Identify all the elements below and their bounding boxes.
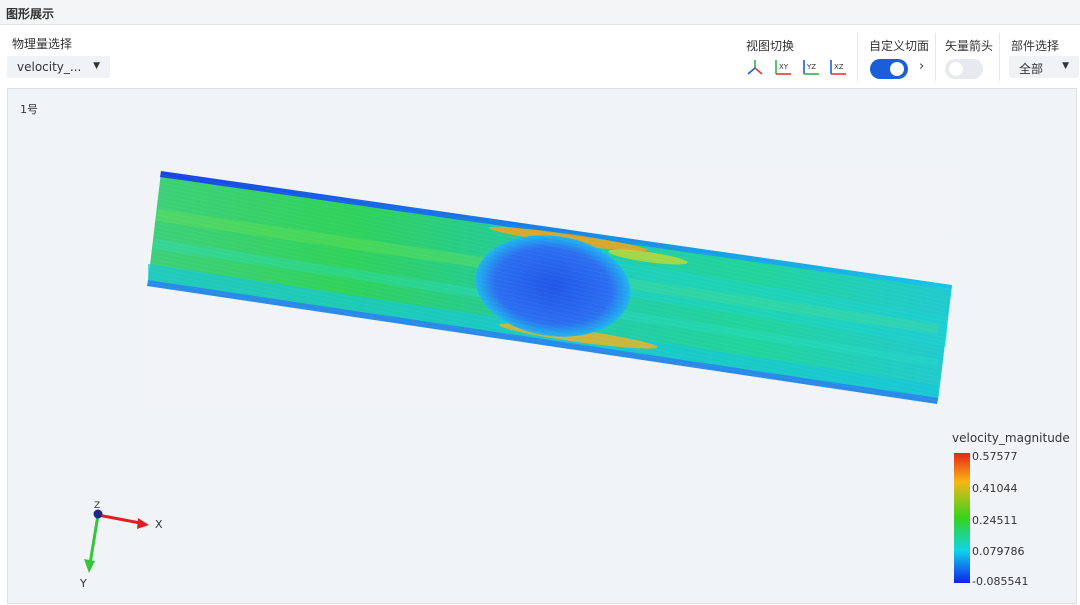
view-3d-icon[interactable]: [746, 58, 764, 76]
toolbar-divider: [935, 33, 936, 81]
x-axis-line: [97, 513, 141, 525]
mesh-texture: [148, 169, 953, 409]
legend-tick: -0.085541: [972, 575, 1029, 588]
legend-title: velocity_magnitude: [952, 431, 1070, 445]
part-select-label: 部件选择: [1011, 39, 1060, 53]
chevron-down-icon: ▼: [93, 61, 100, 71]
toolbar: 物理量选择 velocity_... ▼ 视图切换 XY YZ XZ 自定义切面…: [0, 25, 1080, 85]
render-viewport[interactable]: 1号 X Y Z velocity_magnitude 0.57577 0.41…: [7, 88, 1077, 604]
vector-arrow-toggle[interactable]: [945, 59, 983, 79]
vector-arrow-label: 矢量箭头: [945, 39, 994, 53]
legend-colorbar: [954, 453, 970, 583]
legend-tick: 0.079786: [972, 545, 1025, 558]
panel-title: 图形展示: [6, 7, 55, 21]
chevron-down-icon: ▼: [1062, 61, 1069, 71]
legend-tick: 0.41044: [972, 482, 1018, 495]
view-yz-icon[interactable]: YZ: [802, 58, 820, 76]
toolbar-divider: [999, 33, 1000, 81]
toggle-knob: [890, 62, 904, 76]
z-axis-label: Z: [94, 501, 101, 511]
y-axis-arrow: [84, 559, 95, 573]
view-xz-icon[interactable]: XZ: [829, 58, 847, 76]
y-axis-line: [88, 514, 100, 565]
chevron-right-icon[interactable]: ›: [919, 59, 924, 74]
view-xy-icon[interactable]: XY: [774, 58, 792, 76]
legend-tick: 0.24511: [972, 514, 1018, 527]
view-xy-text: XY: [779, 63, 789, 71]
view-yz-text: YZ: [806, 63, 816, 71]
physical-quantity-label: 物理量选择: [12, 37, 73, 51]
view-xz-text: XZ: [834, 63, 844, 71]
part-select-value: 全部: [1019, 62, 1044, 76]
panel-header: 图形展示: [0, 0, 1080, 25]
x-axis-arrow: [137, 518, 149, 529]
physical-quantity-value: velocity_...: [17, 60, 82, 74]
x-axis-label: X: [155, 518, 163, 531]
y-axis-label: Y: [80, 577, 87, 590]
view-switch-label: 视图切换: [746, 39, 795, 53]
toggle-knob: [949, 62, 963, 76]
custom-section-toggle[interactable]: [870, 59, 908, 79]
custom-section-label: 自定义切面: [869, 39, 930, 53]
velocity-field-render: [84, 169, 953, 573]
physical-quantity-select[interactable]: velocity_... ▼: [7, 56, 110, 78]
legend-tick: 0.57577: [972, 450, 1018, 463]
toolbar-divider: [857, 33, 858, 81]
part-select[interactable]: 全部 ▼: [1009, 56, 1079, 78]
